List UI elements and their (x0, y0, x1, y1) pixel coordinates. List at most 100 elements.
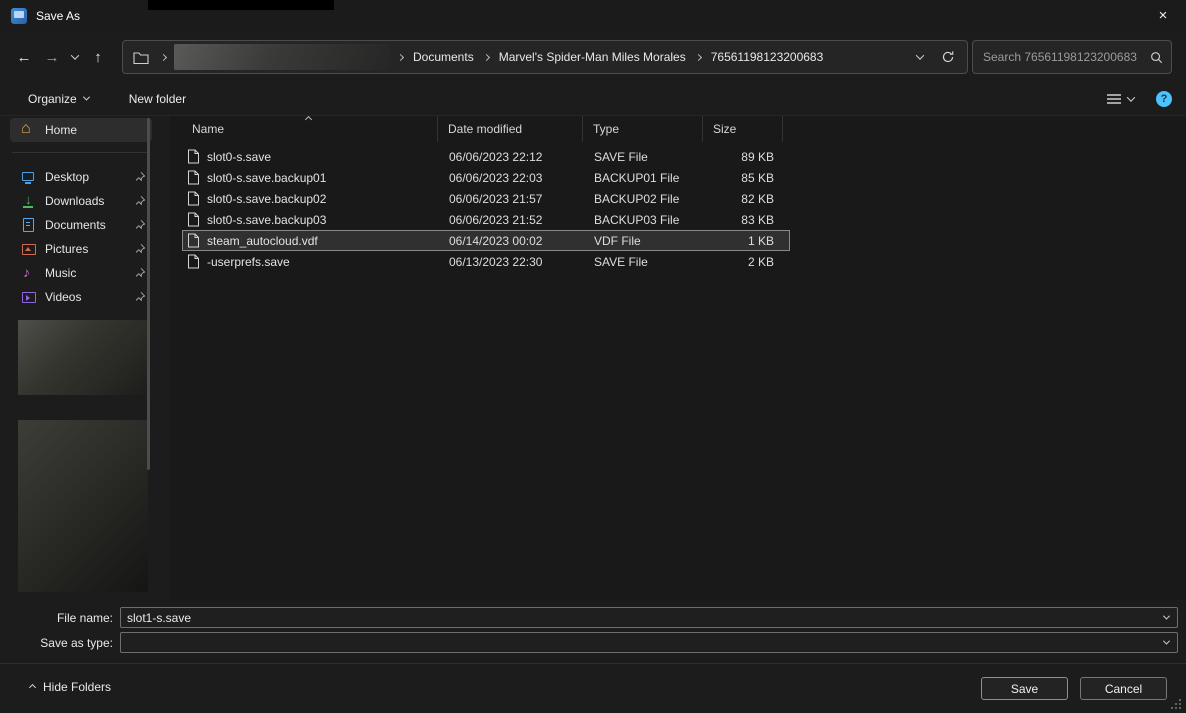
column-label: Date modified (448, 122, 523, 136)
file-type-cell: SAVE File (594, 254, 648, 269)
new-folder-label: New folder (128, 91, 187, 106)
save-as-type-input[interactable] (121, 635, 1155, 650)
file-row[interactable]: slot0-s.save.backup02 06/06/2023 21:57 B… (182, 188, 790, 209)
column-header-size[interactable]: Size (703, 116, 783, 142)
chevron-down-icon (1126, 92, 1136, 102)
file-size-cell: 82 KB (741, 191, 774, 206)
file-rows: slot0-s.save 06/06/2023 22:12 SAVE File … (176, 146, 1186, 272)
search-box (972, 40, 1172, 74)
file-type-cell: VDF File (594, 233, 641, 248)
sidebar-item-label: Documents (45, 218, 106, 232)
file-name-cell: slot0-s.save.backup01 (183, 170, 439, 185)
app-icon (11, 8, 27, 24)
breadcrumb-item[interactable]: Documents (411, 47, 476, 67)
file-date-cell: 06/06/2023 21:52 (449, 212, 543, 227)
hide-folders-button[interactable]: Hide Folders (28, 680, 111, 694)
bottom-bar: Hide Folders Save Cancel (0, 663, 1186, 713)
address-dropdown-button[interactable] (907, 44, 933, 70)
file-name: slot0-s.save.backup03 (207, 212, 327, 227)
file-icon (187, 233, 200, 248)
cancel-button[interactable]: Cancel (1080, 677, 1167, 700)
breadcrumb-separator-icon (482, 53, 490, 61)
file-date-cell: 06/13/2023 22:30 (449, 254, 543, 269)
column-header-date-modified[interactable]: Date modified (438, 116, 583, 142)
search-input[interactable] (983, 50, 1150, 64)
sidebar-item-label: Home (45, 123, 78, 137)
sort-ascending-icon (304, 115, 313, 124)
save-button[interactable]: Save (981, 677, 1068, 700)
breadcrumb-separator-icon (396, 53, 405, 61)
sidebar-scrollbar[interactable] (147, 118, 150, 470)
view-options-button[interactable] (1106, 92, 1136, 106)
pin-icon (134, 219, 146, 231)
sidebar-item-label: Videos (45, 290, 82, 304)
file-date-cell: 06/06/2023 22:03 (449, 170, 543, 185)
chevron-down-icon (70, 51, 80, 60)
save-as-type-combobox (120, 632, 1178, 653)
sidebar-item-icon (20, 169, 36, 185)
file-row[interactable]: slot0-s.save.backup03 06/06/2023 21:52 B… (182, 209, 790, 230)
file-type-cell: BACKUP02 File (594, 191, 680, 206)
breadcrumb-separator-icon (159, 53, 168, 61)
breadcrumb-item[interactable]: Marvel's Spider-Man Miles Morales (497, 47, 688, 67)
file-name-input[interactable] (121, 610, 1155, 625)
save-fields: File name: Save as type: (0, 600, 1186, 663)
up-button[interactable]: ↑ (84, 43, 112, 71)
file-row[interactable]: steam_autocloud.vdf 06/14/2023 00:02 VDF… (182, 230, 790, 251)
sidebar-item-home[interactable]: Home (10, 118, 152, 142)
sidebar-item[interactable]: Music (10, 261, 152, 285)
sidebar-item[interactable]: Pictures (10, 237, 152, 261)
file-name: slot0-s.save.backup01 (207, 170, 327, 185)
save-as-dialog: Save As × ← → ↑ Documents Marvel's Spide… (0, 0, 1186, 713)
refresh-icon (942, 51, 954, 63)
file-row[interactable]: -userprefs.save 06/13/2023 22:30 SAVE Fi… (182, 251, 790, 272)
file-size-cell: 89 KB (741, 149, 774, 164)
chevron-down-icon (1162, 637, 1170, 645)
pin-icon (134, 195, 146, 207)
file-name: slot0-s.save.backup02 (207, 191, 327, 206)
save-as-type-dropdown-button[interactable] (1155, 633, 1177, 652)
sidebar-item[interactable]: Documents (10, 213, 152, 237)
sidebar-item-label: Desktop (45, 170, 90, 184)
sidebar-item-icon (20, 217, 36, 233)
folder-icon (133, 51, 149, 64)
file-row[interactable]: slot0-s.save 06/06/2023 22:12 SAVE File … (182, 146, 790, 167)
navigation-toolbar: ← → ↑ Documents Marvel's Spider-Man Mile… (0, 32, 1186, 82)
file-type-cell: SAVE File (594, 149, 648, 164)
file-icon (187, 170, 200, 185)
column-header-type[interactable]: Type (583, 116, 703, 142)
organize-button[interactable]: Organize (20, 86, 97, 112)
resize-grip[interactable] (1170, 698, 1182, 710)
sidebar-item[interactable]: Videos (10, 285, 152, 309)
sidebar-item[interactable]: Downloads (10, 189, 152, 213)
help-button[interactable]: ? (1156, 90, 1172, 107)
file-icon (187, 149, 200, 164)
file-name-dropdown-button[interactable] (1155, 608, 1177, 627)
chevron-down-icon (915, 51, 925, 60)
column-header-name[interactable]: Name (176, 115, 438, 142)
pin-icon (134, 171, 146, 183)
chevron-down-icon (1162, 612, 1170, 620)
window-title: Save As (36, 9, 81, 23)
chevron-up-icon (28, 683, 37, 691)
back-button[interactable]: ← (10, 43, 38, 71)
sidebar-item[interactable]: Desktop (10, 165, 152, 189)
breadcrumb-item[interactable]: 76561198123200683 (709, 47, 826, 67)
redacted-block (174, 44, 390, 70)
redacted-block (18, 320, 148, 395)
file-name: -userprefs.save (207, 254, 290, 269)
close-button[interactable]: × (1140, 0, 1186, 32)
new-folder-button[interactable]: New folder (121, 86, 194, 112)
file-name-cell: slot0-s.save (183, 149, 439, 164)
file-row[interactable]: slot0-s.save.backup01 06/06/2023 22:03 B… (182, 167, 790, 188)
chevron-down-icon (82, 93, 90, 101)
refresh-button[interactable] (933, 43, 963, 71)
column-label: Type (593, 122, 620, 136)
column-headers: Name Date modified Type Size (176, 115, 1186, 142)
navigation-pane: Home Desktop Downloads Docu (0, 116, 170, 600)
file-name-cell: -userprefs.save (183, 254, 439, 269)
search-icon[interactable] (1150, 51, 1163, 64)
forward-button[interactable]: → (38, 43, 66, 71)
recent-locations-button[interactable] (66, 43, 84, 71)
address-bar[interactable]: Documents Marvel's Spider-Man Miles Mora… (122, 40, 968, 74)
